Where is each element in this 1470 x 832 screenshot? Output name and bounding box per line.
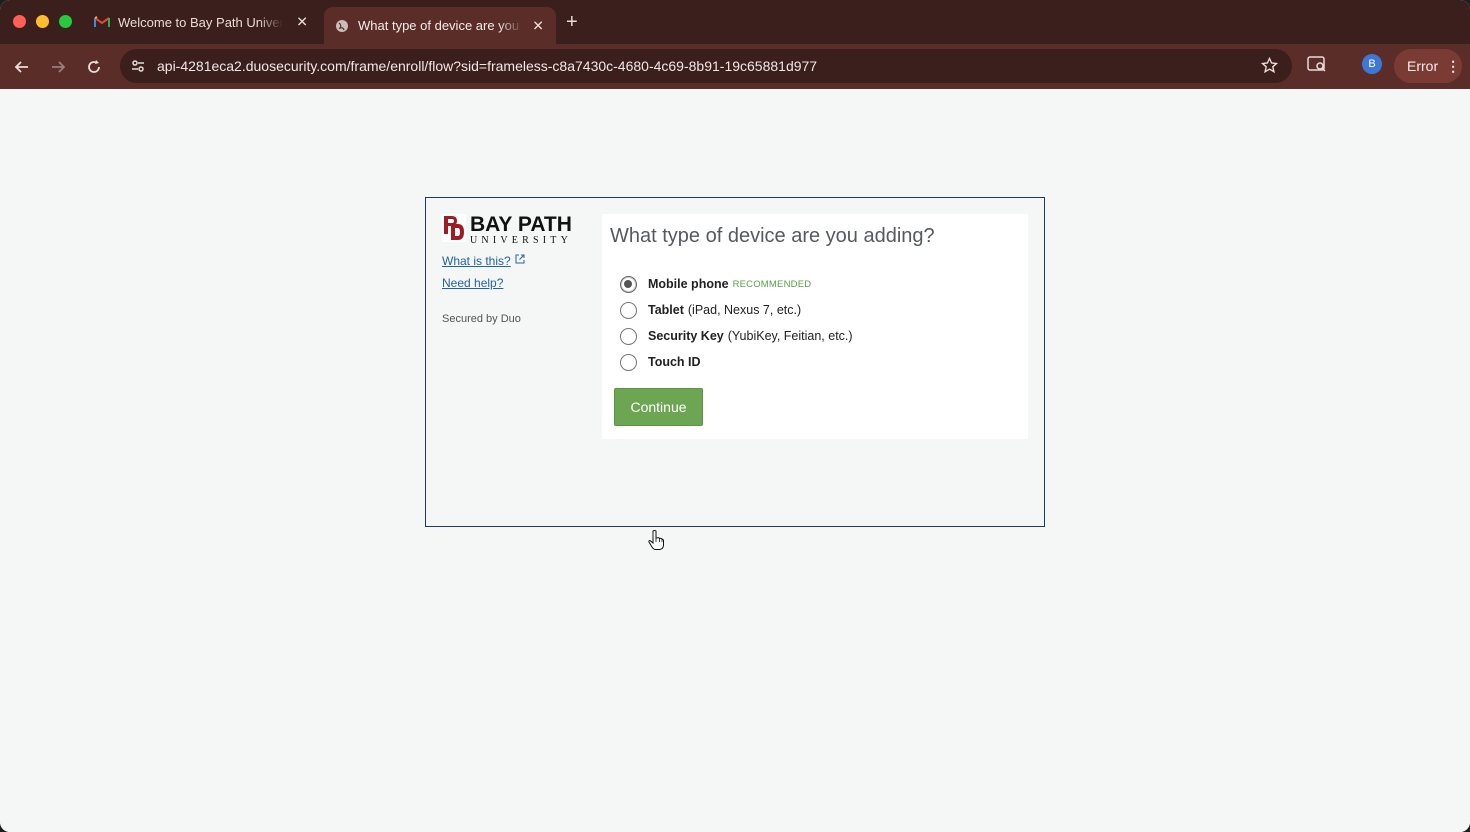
browser-window: Welcome to Bay Path University ✕ What ty…	[0, 0, 1470, 832]
recommended-badge: RECOMMENDED	[732, 278, 812, 290]
forward-icon[interactable]	[46, 55, 70, 79]
option-detail: (YubiKey, Feitian, etc.)	[727, 329, 853, 343]
option-name: Touch ID	[648, 355, 701, 369]
tab-title: Welcome to Bay Path University	[118, 14, 283, 30]
option-tablet[interactable]: Tablet (iPad, Nexus 7, etc.)	[620, 297, 853, 323]
tab-gmail[interactable]: Welcome to Bay Path University ✕	[84, 7, 320, 37]
bookmark-star-icon[interactable]	[1260, 56, 1279, 79]
back-icon[interactable]	[10, 55, 34, 79]
device-type-card: What type of device are you adding? Mobi…	[602, 214, 1028, 439]
url-text: api-4281eca2.duosecurity.com/frame/enrol…	[157, 58, 818, 74]
what-is-this-label: What is this?	[442, 254, 511, 268]
error-menu-button[interactable]: Error ⋮	[1394, 49, 1462, 83]
reload-icon[interactable]	[82, 55, 106, 79]
error-label: Error	[1407, 58, 1439, 74]
new-tab-button[interactable]: +	[566, 10, 578, 34]
need-help-link[interactable]: Need help?	[442, 276, 592, 290]
continue-button[interactable]: Continue	[614, 388, 703, 426]
tab-title: What type of device are you adding?	[358, 18, 523, 33]
hand-pointer-cursor-icon	[647, 529, 665, 556]
option-mobile-phone[interactable]: Mobile phone RECOMMENDED	[620, 271, 853, 297]
close-window-button[interactable]	[13, 15, 26, 28]
kebab-menu-icon: ⋮	[1446, 57, 1460, 74]
tablet-radio[interactable]	[620, 301, 637, 319]
minimize-window-button[interactable]	[36, 15, 49, 28]
logo-sub-text: UNIVERSITY	[470, 235, 572, 246]
duo-enroll-frame: BAY PATH UNIVERSITY What is this? Need h…	[425, 197, 1045, 527]
option-detail: (iPad, Nexus 7, etc.)	[687, 303, 802, 317]
mobile-phone-radio[interactable]	[620, 275, 637, 293]
device-type-options: Mobile phone RECOMMENDED Tablet (iPad, N…	[620, 271, 853, 375]
browser-toolbar: api-4281eca2.duosecurity.com/frame/enrol…	[0, 44, 1470, 89]
what-is-this-link[interactable]: What is this?	[442, 253, 592, 268]
tab-search-icon[interactable]	[1307, 55, 1327, 73]
option-name: Mobile phone	[648, 277, 729, 291]
bay-path-logo-mark-icon	[442, 214, 466, 242]
site-settings-icon[interactable]	[128, 56, 148, 76]
option-name: Tablet	[648, 303, 684, 317]
tab-strip: Welcome to Bay Path University ✕ What ty…	[0, 0, 1470, 44]
profile-avatar[interactable]: B	[1362, 54, 1382, 74]
tab-close-icon[interactable]: ✕	[296, 14, 308, 31]
page-content: BAY PATH UNIVERSITY What is this? Need h…	[0, 89, 1470, 832]
page-title: What type of device are you adding?	[610, 225, 935, 247]
option-name: Security Key	[648, 329, 724, 343]
globe-icon	[334, 18, 350, 34]
touch-id-radio[interactable]	[620, 353, 637, 371]
bay-path-logo: BAY PATH UNIVERSITY	[442, 213, 592, 246]
external-link-icon	[515, 253, 525, 267]
duo-sidebar: BAY PATH UNIVERSITY What is this? Need h…	[442, 214, 592, 325]
address-bar[interactable]: api-4281eca2.duosecurity.com/frame/enrol…	[120, 49, 1292, 83]
tab-close-icon[interactable]: ✕	[532, 17, 544, 34]
secured-by-duo-text: Secured by Duo	[442, 313, 521, 325]
security-key-radio[interactable]	[620, 327, 637, 345]
tab-duo-enroll[interactable]: What type of device are you adding? ✕	[324, 7, 556, 44]
option-touch-id[interactable]: Touch ID	[620, 349, 853, 375]
maximize-window-button[interactable]	[59, 15, 72, 28]
gmail-icon	[94, 14, 110, 30]
option-security-key[interactable]: Security Key (YubiKey, Feitian, etc.)	[620, 323, 853, 349]
logo-main-text: BAY PATH	[470, 213, 572, 236]
